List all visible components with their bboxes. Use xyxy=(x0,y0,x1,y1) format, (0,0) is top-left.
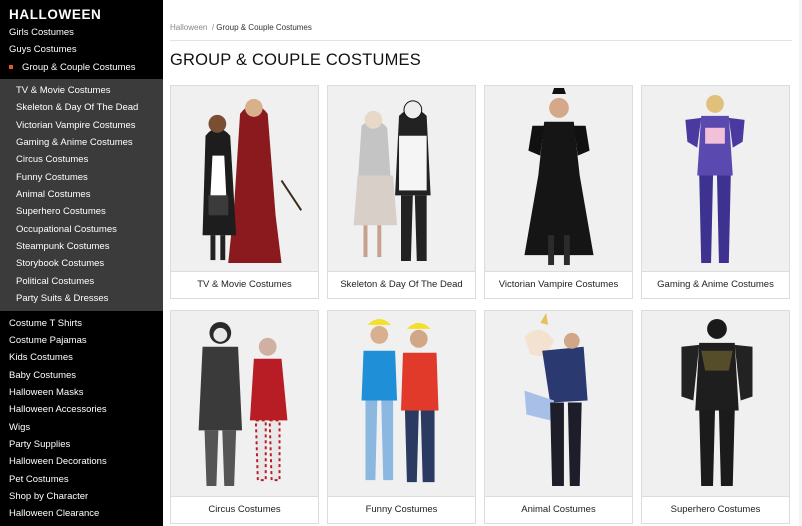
sidebar-subitem-steampunk[interactable]: Steampunk Costumes xyxy=(16,241,109,252)
clown-couple-photo[interactable] xyxy=(171,311,318,497)
category-card-skeleton[interactable]: Skeleton & Day Of The Dead xyxy=(327,85,476,299)
breadcrumb-root-link[interactable]: Halloween xyxy=(170,23,207,32)
active-bullet-icon xyxy=(9,65,13,69)
card-caption[interactable]: Animal Costumes xyxy=(485,496,632,523)
card-caption[interactable]: Gaming & Anime Costumes xyxy=(642,271,789,298)
sidebar-subitem-funny[interactable]: Funny Costumes xyxy=(16,172,88,183)
wizard-couple-photo[interactable] xyxy=(171,86,318,272)
sidebar-subitem-party-suits[interactable]: Party Suits & Dresses xyxy=(16,293,108,304)
sidebar-item-halloween-masks[interactable]: Halloween Masks xyxy=(9,387,83,398)
sidebar-subitem-occupational[interactable]: Occupational Costumes xyxy=(16,224,117,235)
sidebar-subitem-superhero[interactable]: Superhero Costumes xyxy=(16,206,106,217)
sidebar-subitem-circus[interactable]: Circus Costumes xyxy=(16,154,88,165)
breadcrumb-current: Group & Couple Costumes xyxy=(216,23,312,32)
sidebar-item-costume-t-shirts[interactable]: Costume T Shirts xyxy=(9,318,82,329)
page-title: GROUP & COUPLE COSTUMES xyxy=(170,51,421,69)
category-card-animal[interactable]: Animal Costumes xyxy=(484,310,633,524)
panther-hero-photo[interactable] xyxy=(642,311,789,497)
sidebar-item-baby-costumes[interactable]: Baby Costumes xyxy=(9,370,76,381)
card-caption[interactable]: Funny Costumes xyxy=(328,496,475,523)
sidebar-subitem-political[interactable]: Political Costumes xyxy=(16,276,94,287)
sidebar-item-halloween-accessories[interactable]: Halloween Accessories xyxy=(9,404,107,415)
sidebar-item-halloween-decorations[interactable]: Halloween Decorations xyxy=(9,456,107,467)
category-card-gaming-anime[interactable]: Gaming & Anime Costumes xyxy=(641,85,790,299)
card-caption[interactable]: Victorian Vampire Costumes xyxy=(485,271,632,298)
category-card-superhero[interactable]: Superhero Costumes xyxy=(641,310,790,524)
breadcrumb-divider xyxy=(170,40,792,41)
sidebar-subcategory-panel: TV & Movie Costumes Skeleton & Day Of Th… xyxy=(0,79,163,311)
sidebar-item-halloween-clearance[interactable]: Halloween Clearance xyxy=(9,508,99,519)
category-card-funny[interactable]: Funny Costumes xyxy=(327,310,476,524)
category-card-vampire[interactable]: Victorian Vampire Costumes xyxy=(484,85,633,299)
sidebar-item-party-supplies[interactable]: Party Supplies xyxy=(9,439,70,450)
card-caption[interactable]: TV & Movie Costumes xyxy=(171,271,318,298)
card-caption[interactable]: Superhero Costumes xyxy=(642,496,789,523)
breadcrumb: Halloween / Group & Couple Costumes xyxy=(170,23,312,32)
sidebar-subitem-vampire[interactable]: Victorian Vampire Costumes xyxy=(16,120,136,131)
sidebar-item-pet-costumes[interactable]: Pet Costumes xyxy=(9,474,69,485)
category-card-circus[interactable]: Circus Costumes xyxy=(170,310,319,524)
sidebar-subitem-storybook[interactable]: Storybook Costumes xyxy=(16,258,104,269)
sidebar-item-group-couple-costumes[interactable]: Group & Couple Costumes xyxy=(22,62,136,73)
sidebar-item-shop-by-character[interactable]: Shop by Character xyxy=(9,491,88,502)
sidebar-subitem-gaming-anime[interactable]: Gaming & Anime Costumes xyxy=(16,137,133,148)
card-caption[interactable]: Circus Costumes xyxy=(171,496,318,523)
sidebar-title[interactable]: HALLOWEEN xyxy=(9,7,101,22)
gamer-bodysuit-photo[interactable] xyxy=(642,86,789,272)
breadcrumb-separator: / xyxy=(211,23,215,32)
hard-hat-couple-photo[interactable] xyxy=(328,311,475,497)
sidebar-subitem-skeleton[interactable]: Skeleton & Day Of The Dead xyxy=(16,102,138,113)
sidebar-item-girls-costumes[interactable]: Girls Costumes xyxy=(9,27,74,38)
vampire-woman-photo[interactable] xyxy=(485,86,632,272)
sidebar-item-kids-costumes[interactable]: Kids Costumes xyxy=(9,352,73,363)
unicorn-rider-photo[interactable] xyxy=(485,311,632,497)
category-sidebar: HALLOWEEN Girls Costumes Guys Costumes G… xyxy=(0,0,163,526)
sidebar-subitem-animal[interactable]: Animal Costumes xyxy=(16,189,90,200)
category-card-tv-movie[interactable]: TV & Movie Costumes xyxy=(170,85,319,299)
sidebar-subitem-tv-movie[interactable]: TV & Movie Costumes xyxy=(16,85,111,96)
card-caption[interactable]: Skeleton & Day Of The Dead xyxy=(328,271,475,298)
sidebar-item-guys-costumes[interactable]: Guys Costumes xyxy=(9,44,77,55)
sidebar-item-wigs[interactable]: Wigs xyxy=(9,422,30,433)
skeleton-couple-photo[interactable] xyxy=(328,86,475,272)
sidebar-item-costume-pajamas[interactable]: Costume Pajamas xyxy=(9,335,87,346)
